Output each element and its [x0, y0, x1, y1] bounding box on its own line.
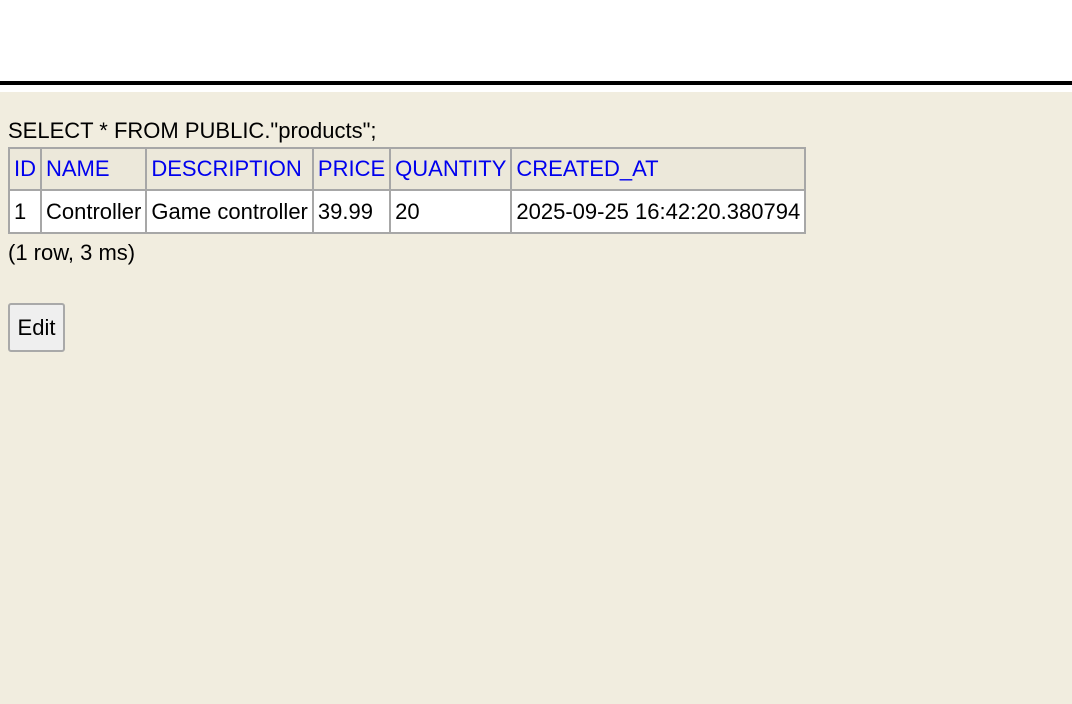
result-table: ID NAME DESCRIPTION PRICE QUANTITY CREAT…: [8, 147, 807, 234]
result-panel: SELECT * FROM PUBLIC."products"; ID NAME…: [0, 92, 1072, 704]
table-row: 1 Controller Game controller 39.99 20 20…: [8, 189, 807, 234]
executed-query: SELECT * FROM PUBLIC."products";: [8, 118, 377, 143]
cell-quantity: 20: [389, 189, 513, 234]
row-count-status: (1 row, 3 ms): [8, 240, 136, 265]
table-header-row: ID NAME DESCRIPTION PRICE QUANTITY CREAT…: [8, 147, 807, 191]
query-editor-area[interactable]: [0, 0, 1072, 81]
column-header-name[interactable]: NAME: [39, 147, 148, 191]
cell-price: 39.99: [311, 189, 392, 234]
edit-button[interactable]: Edit: [8, 303, 65, 352]
cell-created-at: 2025-09-25 16:42:20.380794: [510, 189, 807, 234]
column-header-id[interactable]: ID: [8, 147, 42, 191]
cell-description: Game controller: [145, 189, 314, 234]
frame-gap: [0, 85, 1072, 92]
column-header-created-at[interactable]: CREATED_AT: [510, 147, 807, 191]
column-header-price[interactable]: PRICE: [311, 147, 392, 191]
column-header-quantity[interactable]: QUANTITY: [389, 147, 513, 191]
cell-id: 1: [8, 189, 42, 234]
cell-name: Controller: [39, 189, 148, 234]
column-header-description[interactable]: DESCRIPTION: [145, 147, 314, 191]
